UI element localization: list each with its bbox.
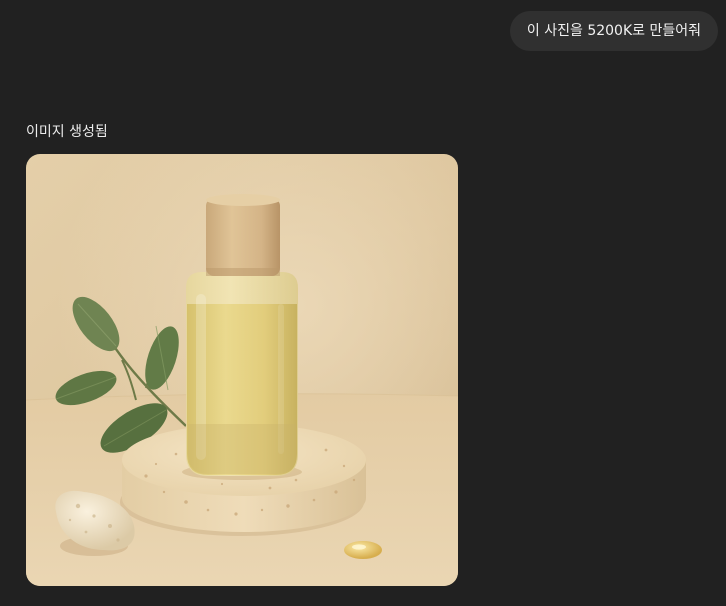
user-message-bubble: 이 사진을 5200K로 만들어줘 (509, 11, 718, 51)
oil-droplet (344, 541, 382, 559)
user-message-text: 이 사진을 5200K로 만들어줘 (526, 23, 701, 39)
image-generated-label: 이미지 생성됨 (26, 124, 108, 140)
chat-page: 이 사진을 5200K로 만들어줘 이미지 생성됨 (0, 0, 726, 606)
generated-image[interactable] (26, 154, 458, 586)
